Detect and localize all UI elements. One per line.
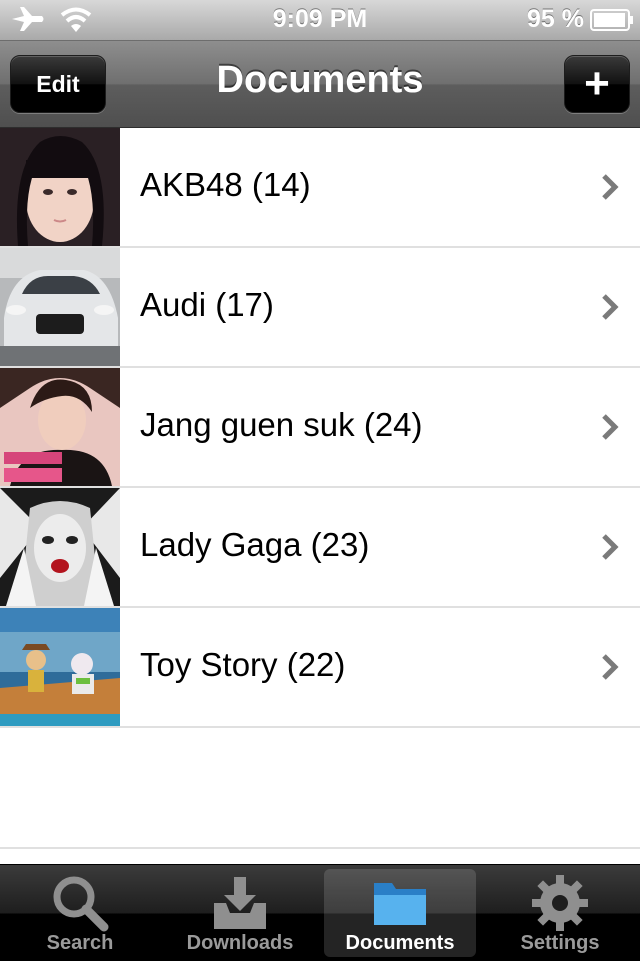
tab-search[interactable]: Search xyxy=(4,869,156,957)
plus-icon: + xyxy=(584,59,610,108)
list-item[interactable]: Audi (17) xyxy=(0,248,640,368)
document-label: AKB48 (14) xyxy=(140,166,311,203)
list-item[interactable]: Lady Gaga (23) xyxy=(0,488,640,608)
tab-bar: Search Downloads Documents Settings xyxy=(0,864,640,961)
thumbnail-akb48 xyxy=(0,128,120,246)
tab-settings[interactable]: Settings xyxy=(484,869,636,957)
chevron-right-icon xyxy=(602,414,619,440)
thumbnail-toy-story xyxy=(0,608,120,726)
list-item[interactable]: AKB48 (14) xyxy=(0,128,640,248)
tab-label: Settings xyxy=(520,932,600,954)
page-title: Documents xyxy=(216,59,424,101)
list-item[interactable]: Toy Story (22) xyxy=(0,608,640,728)
thumbnail-lady-gaga xyxy=(0,488,120,606)
status-bar: 9:09 PM 95 % xyxy=(0,0,640,41)
tab-downloads[interactable]: Downloads xyxy=(164,869,316,957)
battery-percentage: 95 % xyxy=(527,5,584,33)
folder-icon xyxy=(374,883,426,925)
chevron-right-icon xyxy=(602,294,619,320)
tab-label: Search xyxy=(46,932,114,954)
chevron-right-icon xyxy=(602,534,619,560)
download-tray-icon xyxy=(214,877,266,929)
document-label: Jang guen suk (24) xyxy=(140,406,423,443)
add-document-button[interactable]: + xyxy=(564,55,630,113)
document-label: Lady Gaga (23) xyxy=(140,526,370,563)
gear-icon xyxy=(532,875,588,931)
chevron-right-icon xyxy=(602,174,619,200)
list-item[interactable]: Jang guen suk (24) xyxy=(0,368,640,488)
edit-button[interactable]: Edit xyxy=(10,55,106,113)
thumbnail-audi xyxy=(0,248,120,366)
document-list: AKB48 (14) Audi (17) Jang guen suk (24) … xyxy=(0,128,640,728)
tab-documents[interactable]: Documents xyxy=(324,869,476,957)
tab-label: Downloads xyxy=(186,932,294,954)
tab-label: Documents xyxy=(345,932,455,954)
battery-icon xyxy=(590,9,633,31)
document-label: Audi (17) xyxy=(140,286,274,323)
magnifier-icon xyxy=(53,876,109,932)
thumbnail-jang-guen-suk xyxy=(0,368,120,486)
document-label: Toy Story (22) xyxy=(140,646,346,683)
chevron-right-icon xyxy=(602,654,619,680)
navigation-bar: Edit Documents + xyxy=(0,41,640,129)
list-divider xyxy=(0,847,640,849)
